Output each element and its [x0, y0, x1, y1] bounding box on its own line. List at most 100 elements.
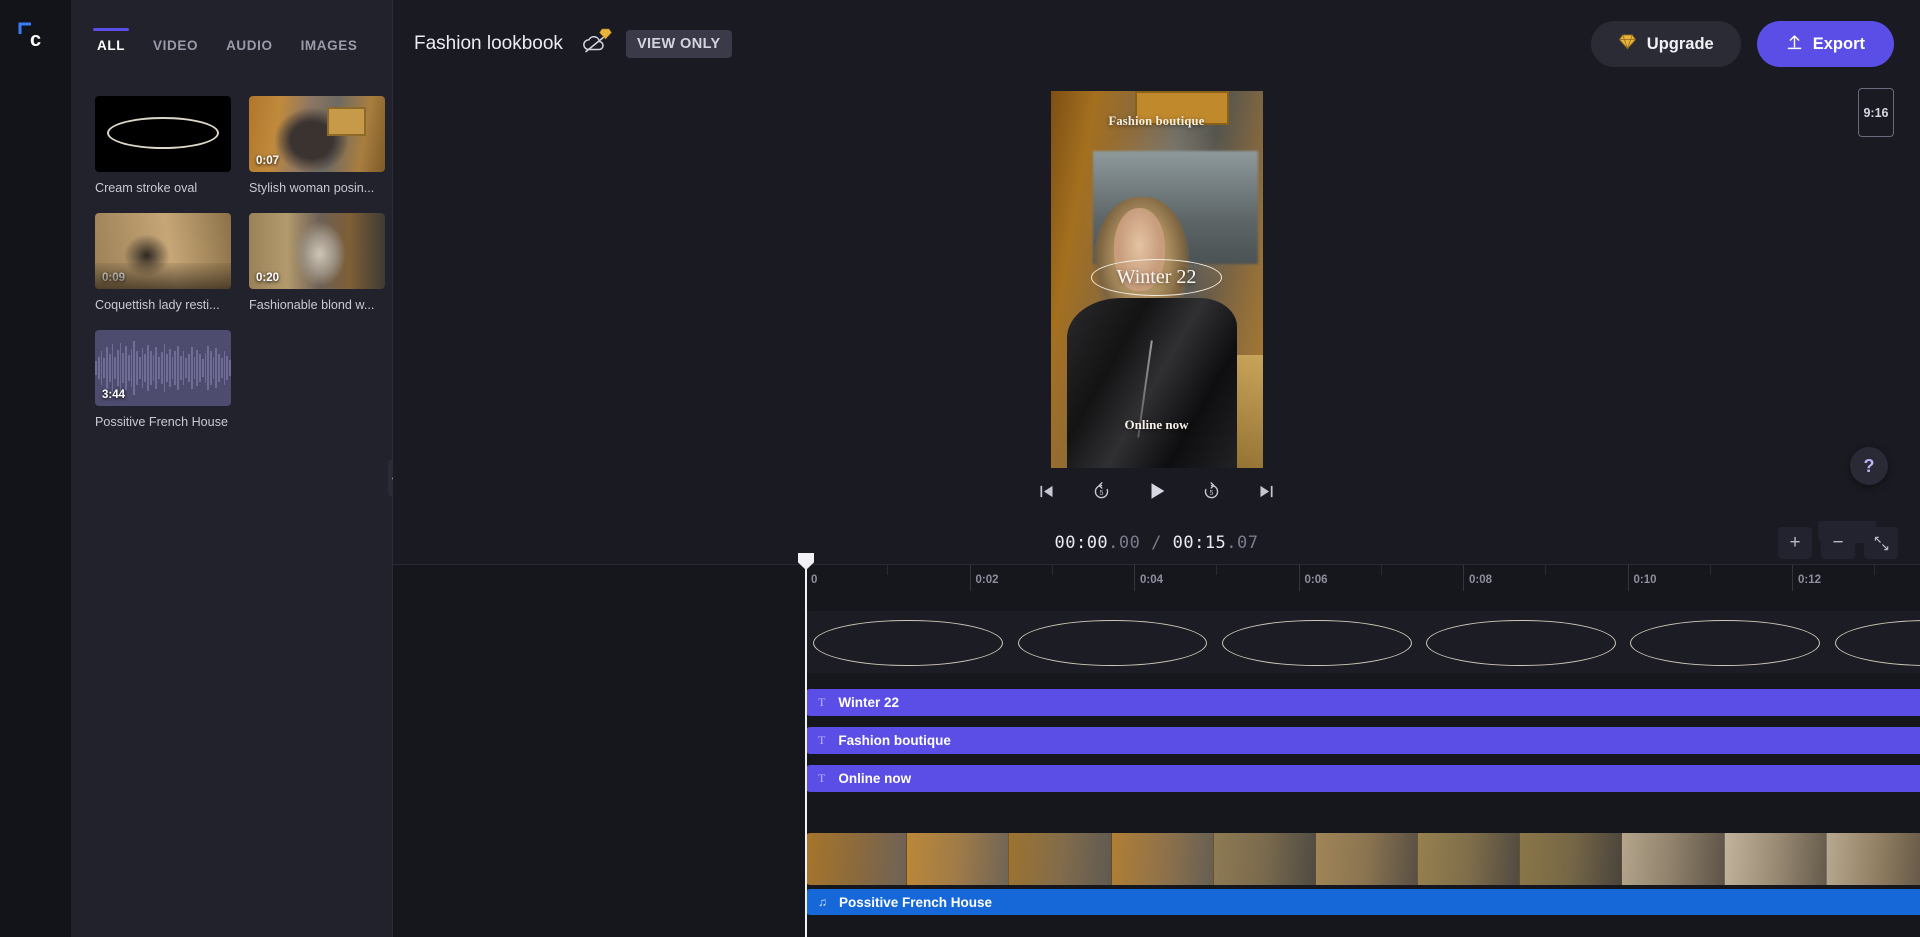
aspect-ratio-indicator[interactable]: 9:16: [1858, 88, 1894, 137]
ruler-tick-minor: [1052, 565, 1053, 575]
total-frames: .07: [1226, 533, 1258, 553]
ruler-tick-minor: [1874, 565, 1875, 575]
media-filter-tabs: ALL VIDEO AUDIO IMAGES: [97, 28, 357, 53]
ruler-tick-label: 0:08: [1469, 574, 1492, 586]
shape-clip-oval: [1827, 611, 1920, 673]
media-item-label: Fashionable blond w...: [249, 298, 385, 312]
media-item-stylish-woman[interactable]: 0:07 Stylish woman posin...: [249, 96, 385, 195]
media-thumbnail[interactable]: 0:20: [249, 213, 385, 289]
ruler-tick-minor: [1545, 565, 1546, 575]
cloud-off-icon[interactable]: [582, 33, 608, 55]
text-icon: T: [818, 695, 825, 710]
timeline-clip-shape[interactable]: [805, 611, 1920, 673]
caption-bottom[interactable]: Online now: [1051, 417, 1263, 433]
media-item-possitive-french-house[interactable]: 3:44 Possitive French House: [95, 330, 231, 429]
media-item-fashionable-blond[interactable]: 0:20 Fashionable blond w...: [249, 213, 385, 312]
filmstrip-frame: [1112, 833, 1214, 885]
rewind-5-icon[interactable]: 5: [1089, 478, 1115, 504]
filmstrip-frame: [907, 833, 1009, 885]
preview-stage: 9:16 Fashion boutique Winter 22 Online n…: [393, 88, 1920, 528]
media-grid: Cream stroke oval 0:07 Stylish woman pos…: [95, 96, 385, 429]
media-duration: 0:20: [256, 272, 279, 284]
caption-middle-wrap: Winter 22: [1051, 259, 1263, 296]
tab-all[interactable]: ALL: [97, 28, 125, 53]
upgrade-button-label: Upgrade: [1647, 35, 1714, 54]
timeline-clip-winter-22[interactable]: T Winter 22: [805, 689, 1920, 716]
shape-clip-oval: [1009, 611, 1213, 673]
shape-clip-oval: [1214, 611, 1418, 673]
left-rail: c: [0, 0, 71, 937]
media-item-coquettish-lady[interactable]: 0:09 Coquettish lady resti...: [95, 213, 231, 312]
current-time: 00:00: [1054, 533, 1108, 553]
filmstrip-frame: [1418, 833, 1520, 885]
skip-start-icon[interactable]: [1034, 478, 1060, 504]
timeline-clip-label: Possitive French House: [839, 895, 992, 910]
filmstrip-frame: [1009, 833, 1111, 885]
zoom-in-button[interactable]: +: [1778, 527, 1812, 559]
media-duration: 0:07: [256, 155, 279, 167]
current-frames: .00: [1108, 533, 1140, 553]
caption-top[interactable]: Fashion boutique: [1051, 114, 1263, 129]
export-button-label: Export: [1813, 35, 1865, 54]
media-thumbnail[interactable]: [95, 96, 231, 172]
shape-clip-oval: [1622, 611, 1826, 673]
help-button[interactable]: ?: [1850, 447, 1888, 485]
timeline-clip-online-now[interactable]: T Online now: [805, 765, 1920, 792]
ruler-tick: 0:06: [1299, 565, 1300, 591]
media-thumbnail[interactable]: 0:09: [95, 213, 231, 289]
ruler-tick-label: 0:12: [1798, 574, 1821, 586]
svg-text:5: 5: [1100, 490, 1104, 497]
timeline-clip-label: Online now: [838, 771, 911, 786]
play-icon[interactable]: [1144, 478, 1170, 504]
clipchamp-logo-icon[interactable]: c: [14, 16, 58, 60]
media-thumbnail[interactable]: 0:07: [249, 96, 385, 172]
timeline-ruler[interactable]: 00:020:040:060:080:100:120:140:16: [393, 565, 1920, 591]
timeline-clip-video[interactable]: [805, 833, 1920, 885]
timeline-clip-fashion-boutique[interactable]: T Fashion boutique: [805, 727, 1920, 754]
text-icon: T: [818, 771, 825, 786]
caption-middle: Winter 22: [1117, 266, 1197, 288]
top-bar: Fashion lookbook VIEW ONLY: [393, 0, 1920, 88]
media-item-label: Cream stroke oval: [95, 181, 231, 195]
media-item-cream-stroke-oval[interactable]: Cream stroke oval: [95, 96, 231, 195]
top-bar-actions: Upgrade Export: [1591, 21, 1894, 67]
caption-oval-frame[interactable]: Winter 22: [1091, 259, 1223, 296]
media-item-label: Stylish woman posin...: [249, 181, 385, 195]
export-button[interactable]: Export: [1757, 21, 1894, 67]
timecode-separator: /: [1140, 533, 1172, 553]
svg-text:c: c: [30, 29, 41, 51]
preview-canvas[interactable]: Fashion boutique Winter 22 Online now: [1051, 91, 1263, 468]
view-only-badge: VIEW ONLY: [626, 30, 732, 58]
tab-audio[interactable]: AUDIO: [226, 28, 273, 53]
tab-images[interactable]: IMAGES: [301, 28, 358, 53]
media-thumbnail[interactable]: 3:44: [95, 330, 231, 406]
fit-to-screen-icon[interactable]: [1864, 527, 1898, 559]
timeline-clip-label: Fashion boutique: [838, 733, 951, 748]
ruler-tick: 0:10: [1628, 565, 1629, 591]
zoom-out-button[interactable]: −: [1821, 527, 1855, 559]
forward-5-icon[interactable]: 5: [1199, 478, 1225, 504]
ruler-tick-minor: [1710, 565, 1711, 575]
total-time: 00:15: [1173, 533, 1227, 553]
tab-video[interactable]: VIDEO: [153, 28, 198, 53]
ruler-tick: 0:02: [970, 565, 971, 591]
playhead[interactable]: [805, 565, 807, 937]
timeline[interactable]: 00:020:040:060:080:100:120:140:16 T Wint…: [393, 564, 1920, 937]
timeline-clip-label: Winter 22: [838, 695, 899, 710]
skip-end-icon[interactable]: [1254, 478, 1280, 504]
oval-shape-icon: [107, 117, 219, 149]
timeline-tracks: T Winter 22 T Fashion boutique T Online …: [393, 591, 1920, 937]
upgrade-button[interactable]: Upgrade: [1591, 21, 1741, 67]
ruler-tick-label: 0: [811, 574, 817, 586]
timecode-bar: 00:00.00 / 00:15.07 + −: [393, 522, 1920, 564]
ruler-tick-label: 0:10: [1634, 574, 1657, 586]
timeline-clip-audio[interactable]: ♫ Possitive French House: [805, 889, 1920, 915]
filmstrip-frame: [1520, 833, 1622, 885]
ruler-tick-minor: [1216, 565, 1217, 575]
diamond-icon: [599, 27, 612, 39]
project-title[interactable]: Fashion lookbook: [414, 33, 563, 55]
text-icon: T: [818, 733, 825, 748]
ruler-tick-minor: [1381, 565, 1382, 575]
upload-icon: [1786, 33, 1803, 55]
filmstrip-frame: [1827, 833, 1920, 885]
